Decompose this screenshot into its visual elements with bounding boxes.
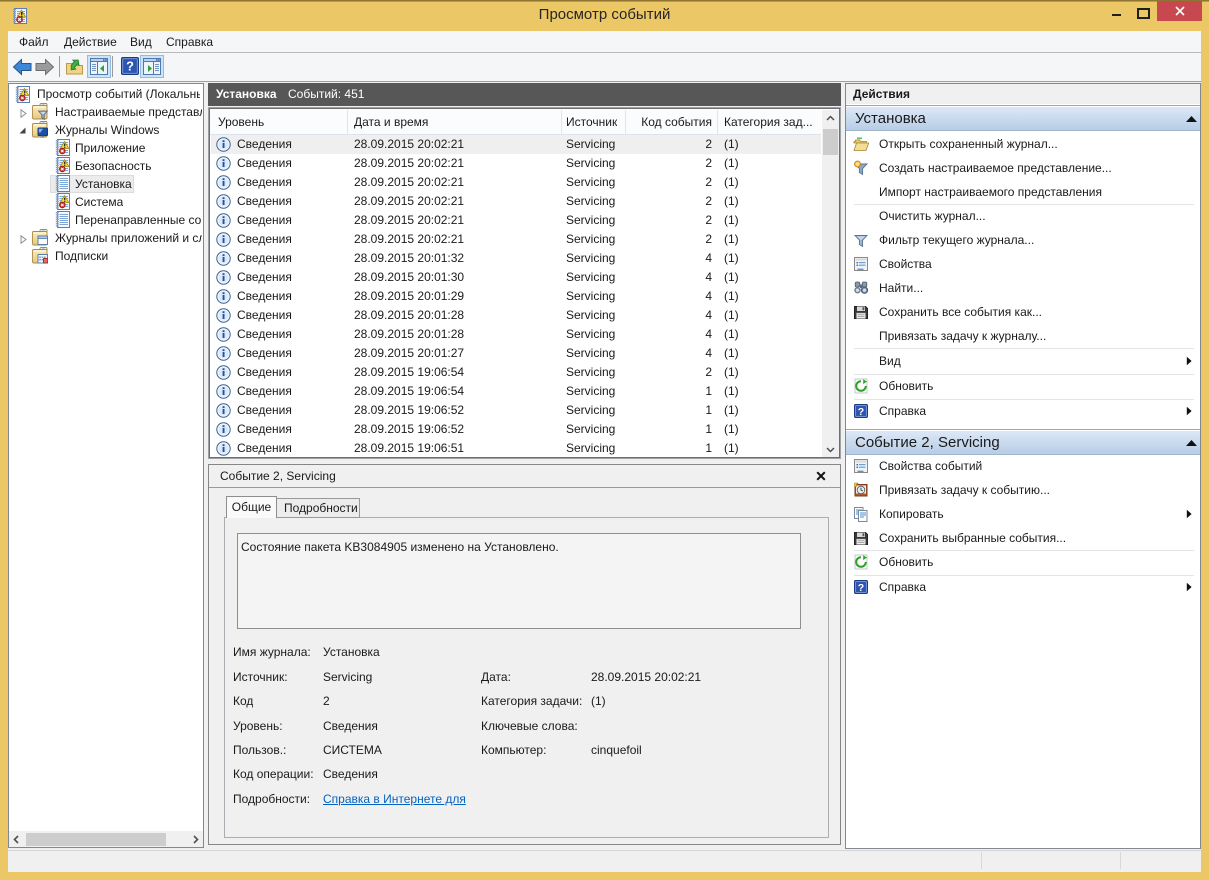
svg-text:?: ? [126,58,134,73]
svg-text:?: ? [858,582,864,594]
svg-text:?: ? [858,406,864,418]
